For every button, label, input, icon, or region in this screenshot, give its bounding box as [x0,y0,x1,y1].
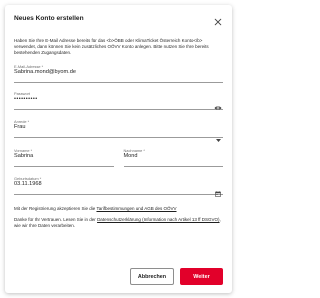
eye-icon[interactable] [214,98,222,110]
consent-prefix: Mit der Registrierung akzeptieren Sie di… [14,205,97,211]
first-name-field[interactable]: Vorname * Sabrina [14,148,114,167]
dialog-title: Neues Konto erstellen [14,15,84,22]
birthdate-value[interactable]: 03.11.1968 [14,181,223,188]
terms-consent-text: Mit der Registrierung akzeptieren Sie di… [14,206,223,212]
privacy-notice-text: Danke für Ihr Vertrauen. Lesen Sie in de… [14,217,223,229]
dialog-actions: Abbrechen Weiter [130,268,223,285]
password-field[interactable]: Passwort •••••••••• [14,91,223,110]
close-icon[interactable] [214,13,222,26]
birthdate-field[interactable]: Geburtsdatum * 03.11.1968 [14,176,223,197]
name-row: Vorname * Sabrina Nachname * Mond [14,148,223,167]
create-account-dialog: Neues Konto erstellen Haben Sie Ihre E-M… [5,5,232,293]
salutation-value[interactable]: Frau [14,124,223,131]
terms-link[interactable]: Tarifbestimmungen und AGB des OÖVV [96,206,176,211]
privacy-policy-link[interactable]: Datenschutzerklärung (Information nach A… [97,217,219,222]
last-name-value[interactable]: Mond [124,153,224,160]
last-name-field[interactable]: Nachname * Mond [123,148,224,167]
cancel-button[interactable]: Abbrechen [130,268,174,285]
thanks-prefix: Danke für Ihr Vertrauen. Lesen Sie in de… [14,216,98,222]
chevron-down-icon[interactable] [216,129,221,142]
password-value[interactable]: •••••••••• [14,96,223,103]
intro-text: Haben Sie Ihre E-Mail Adresse bereits fü… [14,38,209,56]
email-field[interactable]: E-Mail-Adresse * Sabrina.mond@byom.de [14,64,223,83]
calendar-icon[interactable] [215,184,221,197]
next-button[interactable]: Weiter [180,268,223,285]
salutation-select[interactable]: Anrede * Frau [14,119,223,142]
email-value[interactable]: Sabrina.mond@byom.de [14,69,223,76]
first-name-value[interactable]: Sabrina [14,153,114,160]
